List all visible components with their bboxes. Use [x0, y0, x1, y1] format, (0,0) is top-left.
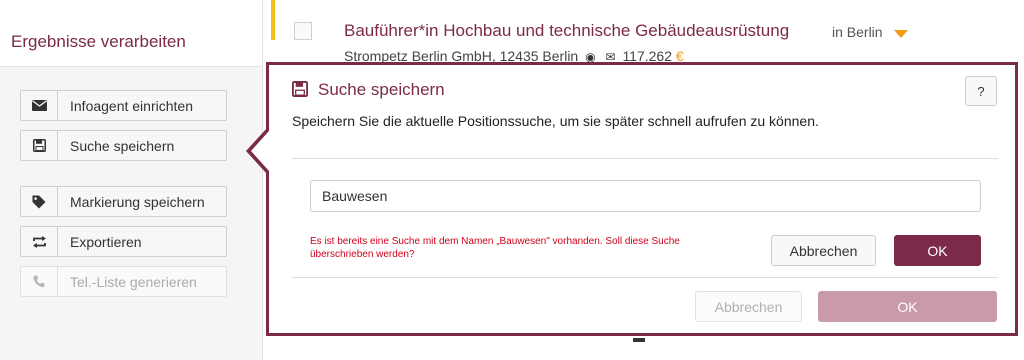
envelope-icon: [21, 91, 58, 120]
cancel-button: Abbrechen: [695, 291, 802, 322]
popover-description: Speichern Sie die aktuelle Positionssuch…: [292, 113, 819, 129]
export-arrows-icon: [21, 227, 58, 256]
save-marking-button[interactable]: Markierung speichern: [20, 186, 227, 217]
help-button[interactable]: ?: [965, 76, 997, 106]
phone-list-button: Tel.-Liste generieren: [20, 266, 227, 297]
export-button-label: Exportieren: [70, 234, 142, 250]
floppy-disk-icon: [21, 131, 58, 160]
selection-marker: [271, 0, 275, 40]
sidebar-header: Ergebnisse verarbeiten: [0, 0, 262, 67]
popover-arrow-fill: [251, 131, 269, 171]
error-message: Es ist bereits eine Suche mit dem Namen …: [310, 236, 680, 260]
floppy-disk-icon: [292, 81, 308, 102]
search-name-input[interactable]: [310, 180, 981, 212]
infoagent-button[interactable]: Infoagent einrichten: [20, 90, 227, 121]
popover-title: Suche speichern: [318, 80, 445, 99]
confirm-cancel-button[interactable]: Abbrechen: [771, 235, 876, 266]
sidebar: Ergebnisse verarbeiten Infoagent einrich…: [0, 0, 263, 360]
result-location: in Berlin: [832, 24, 883, 40]
phone-list-button-label: Tel.-Liste generieren: [70, 274, 197, 290]
save-search-button[interactable]: Suche speichern: [20, 130, 227, 161]
scroll-marker: [633, 338, 645, 342]
confirm-ok-button[interactable]: OK: [894, 235, 981, 266]
result-checkbox[interactable]: [294, 22, 312, 40]
sidebar-title: Ergebnisse verarbeiten: [11, 32, 186, 51]
save-marking-button-label: Markierung speichern: [70, 194, 205, 210]
result-title-link[interactable]: Bauführer*in Hochbau und technische Gebä…: [344, 21, 789, 41]
tag-icon: [21, 187, 58, 216]
caret-down-icon[interactable]: [894, 30, 908, 38]
phone-icon: [21, 267, 58, 296]
export-button[interactable]: Exportieren: [20, 226, 227, 257]
save-search-button-label: Suche speichern: [70, 138, 175, 154]
infoagent-button-label: Infoagent einrichten: [70, 98, 193, 114]
ok-button: OK: [818, 291, 997, 322]
